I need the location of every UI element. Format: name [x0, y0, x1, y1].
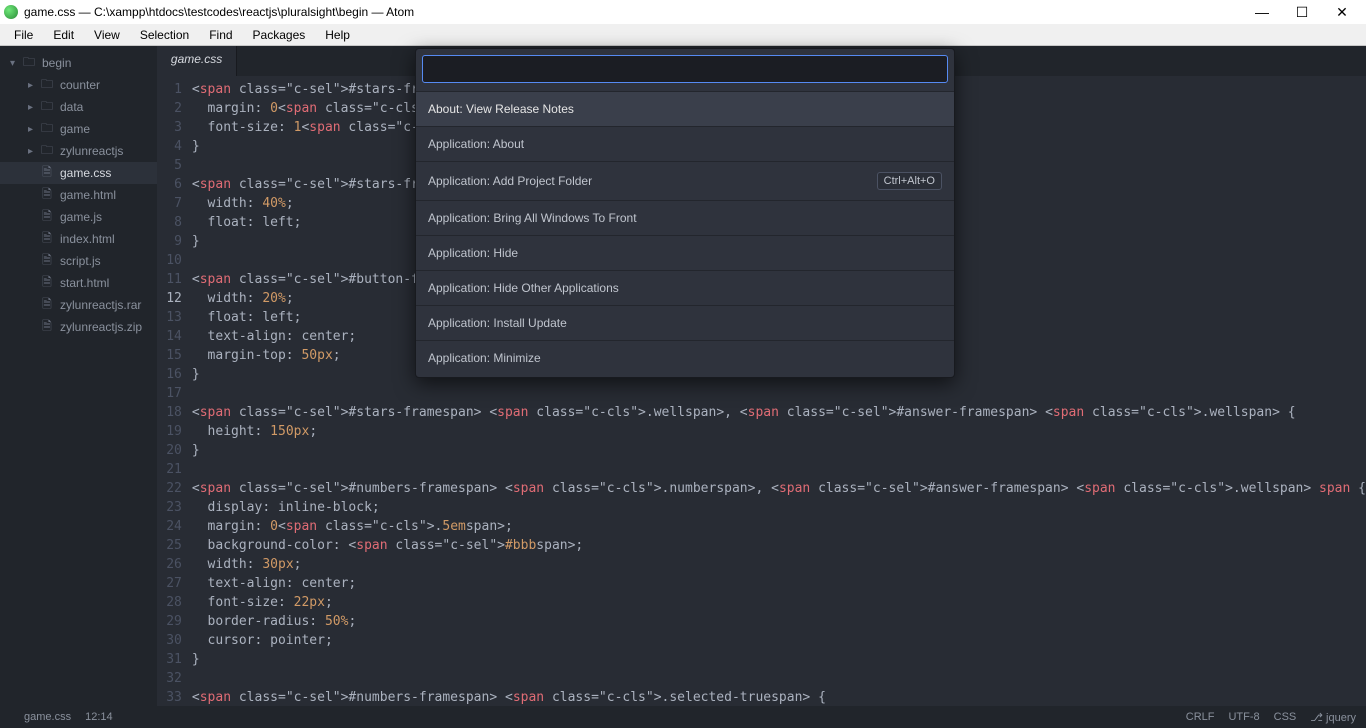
file-icon: 🗎 — [40, 317, 54, 338]
branch-name: jquery — [1326, 712, 1356, 724]
tree-file[interactable]: 🗎 start.html — [0, 272, 157, 294]
command-palette-item[interactable]: Application: Install Update — [416, 305, 954, 340]
tree-root[interactable]: ▾ 🗀 begin — [0, 52, 157, 74]
tree-label: game — [60, 122, 90, 136]
keybinding: Ctrl+Alt+O — [877, 172, 942, 190]
statusbar: game.css 12:14 CRLF UTF-8 CSS ⎇ jquery — [0, 706, 1366, 728]
gutter: 1234567891011121314151617181920212223242… — [157, 80, 192, 706]
status-file[interactable]: game.css — [24, 711, 71, 723]
status-cursor[interactable]: 12:14 — [85, 711, 113, 723]
menu-file[interactable]: File — [4, 26, 43, 44]
status-encoding[interactable]: UTF-8 — [1228, 711, 1259, 723]
chevron-right-icon: ▸ — [28, 80, 36, 91]
tree-folder[interactable]: ▸ 🗀 zylunreactjs — [0, 140, 157, 162]
menu-view[interactable]: View — [84, 26, 130, 44]
file-icon: 🗎 — [40, 251, 54, 272]
folder-icon: 🗀 — [40, 141, 54, 162]
tree-file[interactable]: 🗎 script.js — [0, 250, 157, 272]
tree-label: game.js — [60, 210, 102, 224]
command-label: Application: Install Update — [428, 316, 567, 330]
status-eol[interactable]: CRLF — [1186, 711, 1215, 723]
command-palette-item[interactable]: Application: Add Project Folder Ctrl+Alt+… — [416, 161, 954, 200]
menubar: File Edit View Selection Find Packages H… — [0, 24, 1366, 46]
command-label: Application: Add Project Folder — [428, 174, 592, 188]
command-palette-list: About: View Release Notes Application: Ab… — [416, 91, 954, 375]
menu-edit[interactable]: Edit — [43, 26, 84, 44]
chevron-down-icon: ▾ — [10, 58, 18, 69]
file-icon: 🗎 — [40, 207, 54, 228]
tree-label: zylunreactjs.rar — [60, 298, 141, 312]
chevron-right-icon: ▸ — [28, 146, 36, 157]
command-palette-item[interactable]: Application: Hide — [416, 235, 954, 270]
atom-icon — [4, 5, 18, 19]
folder-icon: 🗀 — [40, 75, 54, 96]
tree-view[interactable]: ▾ 🗀 begin ▸ 🗀 counter ▸ 🗀 data ▸ 🗀 game … — [0, 46, 157, 706]
tree-folder[interactable]: ▸ 🗀 data — [0, 96, 157, 118]
command-palette-item[interactable]: Application: About — [416, 126, 954, 161]
status-language[interactable]: CSS — [1274, 711, 1297, 723]
menu-selection[interactable]: Selection — [130, 26, 199, 44]
file-icon: 🗎 — [40, 163, 54, 184]
folder-icon: 🗀 — [40, 97, 54, 118]
tab-active[interactable]: game.css — [157, 46, 237, 76]
tree-file[interactable]: 🗎 zylunreactjs.rar — [0, 294, 157, 316]
command-palette-item[interactable]: About: View Release Notes — [416, 91, 954, 126]
tree-label: data — [60, 100, 83, 114]
command-palette-input-wrap — [416, 49, 954, 91]
command-palette: About: View Release Notes Application: Ab… — [415, 48, 955, 378]
tree-label: game.html — [60, 188, 116, 202]
tree-label: game.css — [60, 166, 111, 180]
folder-icon: 🗀 — [22, 53, 36, 74]
tree-file[interactable]: 🗎 game.css — [0, 162, 157, 184]
command-label: Application: Hide — [428, 246, 518, 260]
command-palette-input[interactable] — [422, 55, 948, 83]
close-button[interactable]: ✕ — [1322, 0, 1362, 24]
command-palette-item[interactable]: Application: Hide Other Applications — [416, 270, 954, 305]
tree-label: start.html — [60, 276, 109, 290]
menu-help[interactable]: Help — [315, 26, 360, 44]
menu-packages[interactable]: Packages — [243, 26, 316, 44]
command-label: Application: Bring All Windows To Front — [428, 211, 637, 225]
tree-label: counter — [60, 78, 100, 92]
chevron-right-icon: ▸ — [28, 124, 36, 135]
chevron-right-icon: ▸ — [28, 102, 36, 113]
titlebar: game.css — C:\xampp\htdocs\testcodes\rea… — [0, 0, 1366, 24]
tree-folder[interactable]: ▸ 🗀 counter — [0, 74, 157, 96]
git-branch-icon: ⎇ — [1310, 712, 1323, 724]
minimize-button[interactable]: — — [1242, 0, 1282, 24]
file-icon: 🗎 — [40, 295, 54, 316]
command-label: Application: Hide Other Applications — [428, 281, 619, 295]
file-icon: 🗎 — [40, 273, 54, 294]
tree-file[interactable]: 🗎 game.html — [0, 184, 157, 206]
menu-find[interactable]: Find — [199, 26, 242, 44]
tree-label: index.html — [60, 232, 115, 246]
maximize-button[interactable]: ☐ — [1282, 0, 1322, 24]
tree-file[interactable]: 🗎 zylunreactjs.zip — [0, 316, 157, 338]
window-controls: — ☐ ✕ — [1242, 0, 1362, 24]
tree-label: zylunreactjs — [60, 144, 123, 158]
command-label: Application: Minimize — [428, 351, 541, 365]
tree-label: script.js — [60, 254, 101, 268]
tree-folder[interactable]: ▸ 🗀 game — [0, 118, 157, 140]
file-icon: 🗎 — [40, 185, 54, 206]
tree-label: zylunreactjs.zip — [60, 320, 142, 334]
folder-icon: 🗀 — [40, 119, 54, 140]
status-branch[interactable]: ⎇ jquery — [1310, 711, 1356, 724]
command-label: About: View Release Notes — [428, 102, 574, 116]
command-palette-item[interactable]: Application: Minimize — [416, 340, 954, 375]
file-icon: 🗎 — [40, 229, 54, 250]
command-palette-item[interactable]: Application: Bring All Windows To Front — [416, 200, 954, 235]
tree-file[interactable]: 🗎 game.js — [0, 206, 157, 228]
command-label: Application: About — [428, 137, 524, 151]
window-title: game.css — C:\xampp\htdocs\testcodes\rea… — [24, 5, 1242, 19]
tree-file[interactable]: 🗎 index.html — [0, 228, 157, 250]
tree-root-label: begin — [42, 56, 71, 70]
